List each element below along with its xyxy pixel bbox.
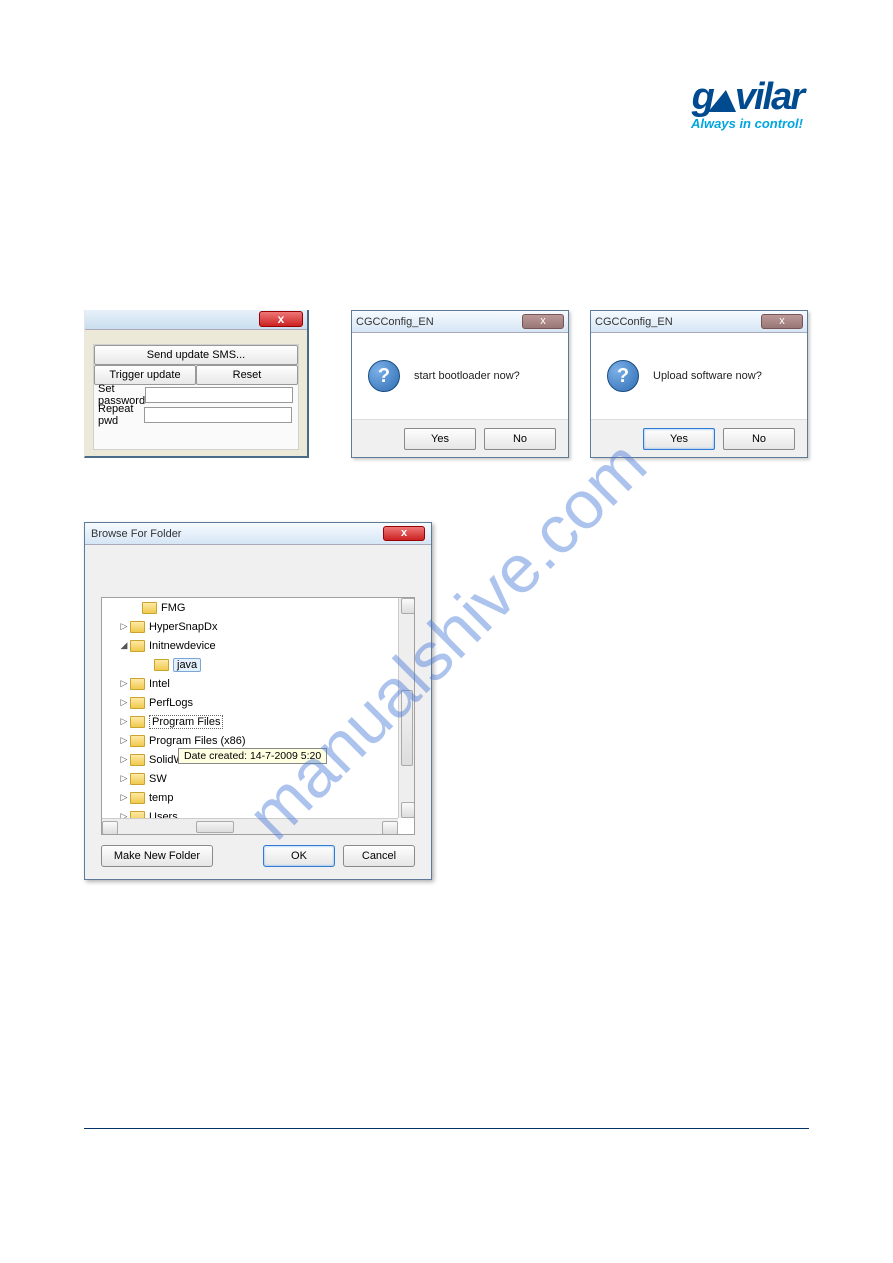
folder-tree-item[interactable]: ◢ Initnewdevice <box>102 636 398 655</box>
folder-tree-item[interactable]: ▷ PerfLogs <box>102 693 398 712</box>
horizontal-scrollbar[interactable] <box>102 818 398 834</box>
close-button[interactable]: x <box>761 314 803 329</box>
browse-for-folder-dialog: Browse For Folder x FMG ▷ HyperSnapDx ◢ Init… <box>84 522 432 880</box>
folder-icon <box>130 640 145 652</box>
expand-icon[interactable]: ▷ <box>118 735 130 746</box>
reset-button[interactable]: Reset <box>196 365 298 385</box>
folder-icon <box>130 697 145 709</box>
bootloader-dialog: CGCConfig_EN x ? start bootloader now? Y… <box>351 310 569 458</box>
dialog-title: CGCConfig_EN <box>595 316 673 328</box>
update-panel: x Send update SMS... Trigger update Rese… <box>84 310 309 458</box>
dialog-body: ? Upload software now? <box>591 333 807 419</box>
folder-tree-item[interactable]: ▷ Users <box>102 807 398 818</box>
logo-triangle-icon <box>708 90 740 112</box>
no-button[interactable]: No <box>484 428 556 450</box>
folder-icon <box>130 754 145 766</box>
repeat-password-input[interactable] <box>144 407 292 423</box>
upload-dialog: CGCConfig_EN x ? Upload software now? Ye… <box>590 310 808 458</box>
page-divider <box>84 1128 809 1129</box>
question-icon: ? <box>607 360 639 392</box>
folder-tree-item[interactable]: ▷ HyperSnapDx <box>102 617 398 636</box>
no-button[interactable]: No <box>723 428 795 450</box>
close-button[interactable]: x <box>259 311 303 327</box>
dialog-message: start bootloader now? <box>414 370 520 382</box>
folder-tree-item[interactable]: ▷ Program Files <box>102 712 398 731</box>
folder-name[interactable]: Intel <box>149 678 170 690</box>
close-button[interactable]: x <box>522 314 564 329</box>
folder-icon <box>130 735 145 747</box>
vertical-scrollbar[interactable] <box>398 598 414 818</box>
folder-tree-item[interactable]: ▷ SW <box>102 769 398 788</box>
dialog-title: CGCConfig_EN <box>356 316 434 328</box>
dialog-footer: Yes No <box>352 419 568 457</box>
folder-icon <box>130 773 145 785</box>
folder-name[interactable]: SW <box>149 773 167 785</box>
folder-name[interactable]: Program Files (x86) <box>149 735 246 747</box>
panel-inner: Send update SMS... Trigger update Reset … <box>93 344 299 450</box>
folder-tree-container: FMG▷HyperSnapDx◢Initnewdevicejava▷Intel▷… <box>101 597 415 835</box>
folder-icon <box>130 716 145 728</box>
yes-button[interactable]: Yes <box>404 428 476 450</box>
dialog-footer: Yes No <box>591 419 807 457</box>
dialog-title: Browse For Folder <box>91 528 181 540</box>
cancel-button[interactable]: Cancel <box>343 845 415 867</box>
folder-icon <box>130 678 145 690</box>
folder-name[interactable]: Users <box>149 811 178 819</box>
dialog-titlebar: Browse For Folder x <box>85 523 431 545</box>
folder-tree-item[interactable]: ▷ Intel <box>102 674 398 693</box>
expand-icon[interactable]: ▷ <box>118 678 130 689</box>
folder-name[interactable]: Program Files <box>149 715 223 729</box>
folder-icon <box>142 602 157 614</box>
dialog-button-row: Make New Folder OK Cancel <box>101 845 415 867</box>
folder-icon <box>154 659 169 671</box>
repeat-password-label: Repeat pwd <box>94 403 144 427</box>
folder-name[interactable]: HyperSnapDx <box>149 621 217 633</box>
expand-icon[interactable]: ◢ <box>118 640 130 651</box>
expand-icon[interactable]: ▷ <box>118 716 130 727</box>
trigger-update-button[interactable]: Trigger update <box>94 365 196 385</box>
ok-button[interactable]: OK <box>263 845 335 867</box>
close-button[interactable]: x <box>383 526 425 541</box>
dialog-body: ? start bootloader now? <box>352 333 568 419</box>
brand-logo: gvilar Always in control! <box>643 80 803 131</box>
expand-icon[interactable]: ▷ <box>118 697 130 708</box>
folder-name[interactable]: temp <box>149 792 173 804</box>
folder-name[interactable]: Initnewdevice <box>149 640 216 652</box>
folder-tree[interactable]: FMG▷HyperSnapDx◢Initnewdevicejava▷Intel▷… <box>102 598 398 818</box>
scrollbar-thumb[interactable] <box>401 690 413 766</box>
expand-icon[interactable]: ▷ <box>118 773 130 784</box>
expand-icon[interactable]: ▷ <box>118 754 130 765</box>
scrollbar-thumb[interactable] <box>196 821 234 833</box>
logo-text: gvilar <box>643 80 803 114</box>
folder-tree-item[interactable]: java <box>102 655 398 674</box>
question-icon: ? <box>368 360 400 392</box>
folder-icon <box>130 621 145 633</box>
folder-name[interactable]: FMG <box>161 602 185 614</box>
dialog-titlebar: CGCConfig_EN x <box>591 311 807 333</box>
folder-name[interactable]: PerfLogs <box>149 697 193 709</box>
make-new-folder-button[interactable]: Make New Folder <box>101 845 213 867</box>
folder-tree-item[interactable]: FMG <box>102 598 398 617</box>
folder-icon <box>130 811 145 819</box>
yes-button[interactable]: Yes <box>643 428 715 450</box>
expand-icon[interactable]: ▷ <box>118 811 130 818</box>
dialog-message: Upload software now? <box>653 370 762 382</box>
expand-icon[interactable]: ▷ <box>118 621 130 632</box>
dialog-titlebar: CGCConfig_EN x <box>352 311 568 333</box>
folder-tooltip: Date created: 14-7-2009 5:20 <box>178 748 327 764</box>
panel-titlebar: x <box>85 310 307 330</box>
logo-tagline: Always in control! <box>643 116 803 131</box>
set-password-input[interactable] <box>145 387 293 403</box>
folder-tree-item[interactable]: ▷ temp <box>102 788 398 807</box>
folder-icon <box>130 792 145 804</box>
send-update-sms-button[interactable]: Send update SMS... <box>94 345 298 365</box>
expand-icon[interactable]: ▷ <box>118 792 130 803</box>
folder-name[interactable]: java <box>173 658 201 672</box>
